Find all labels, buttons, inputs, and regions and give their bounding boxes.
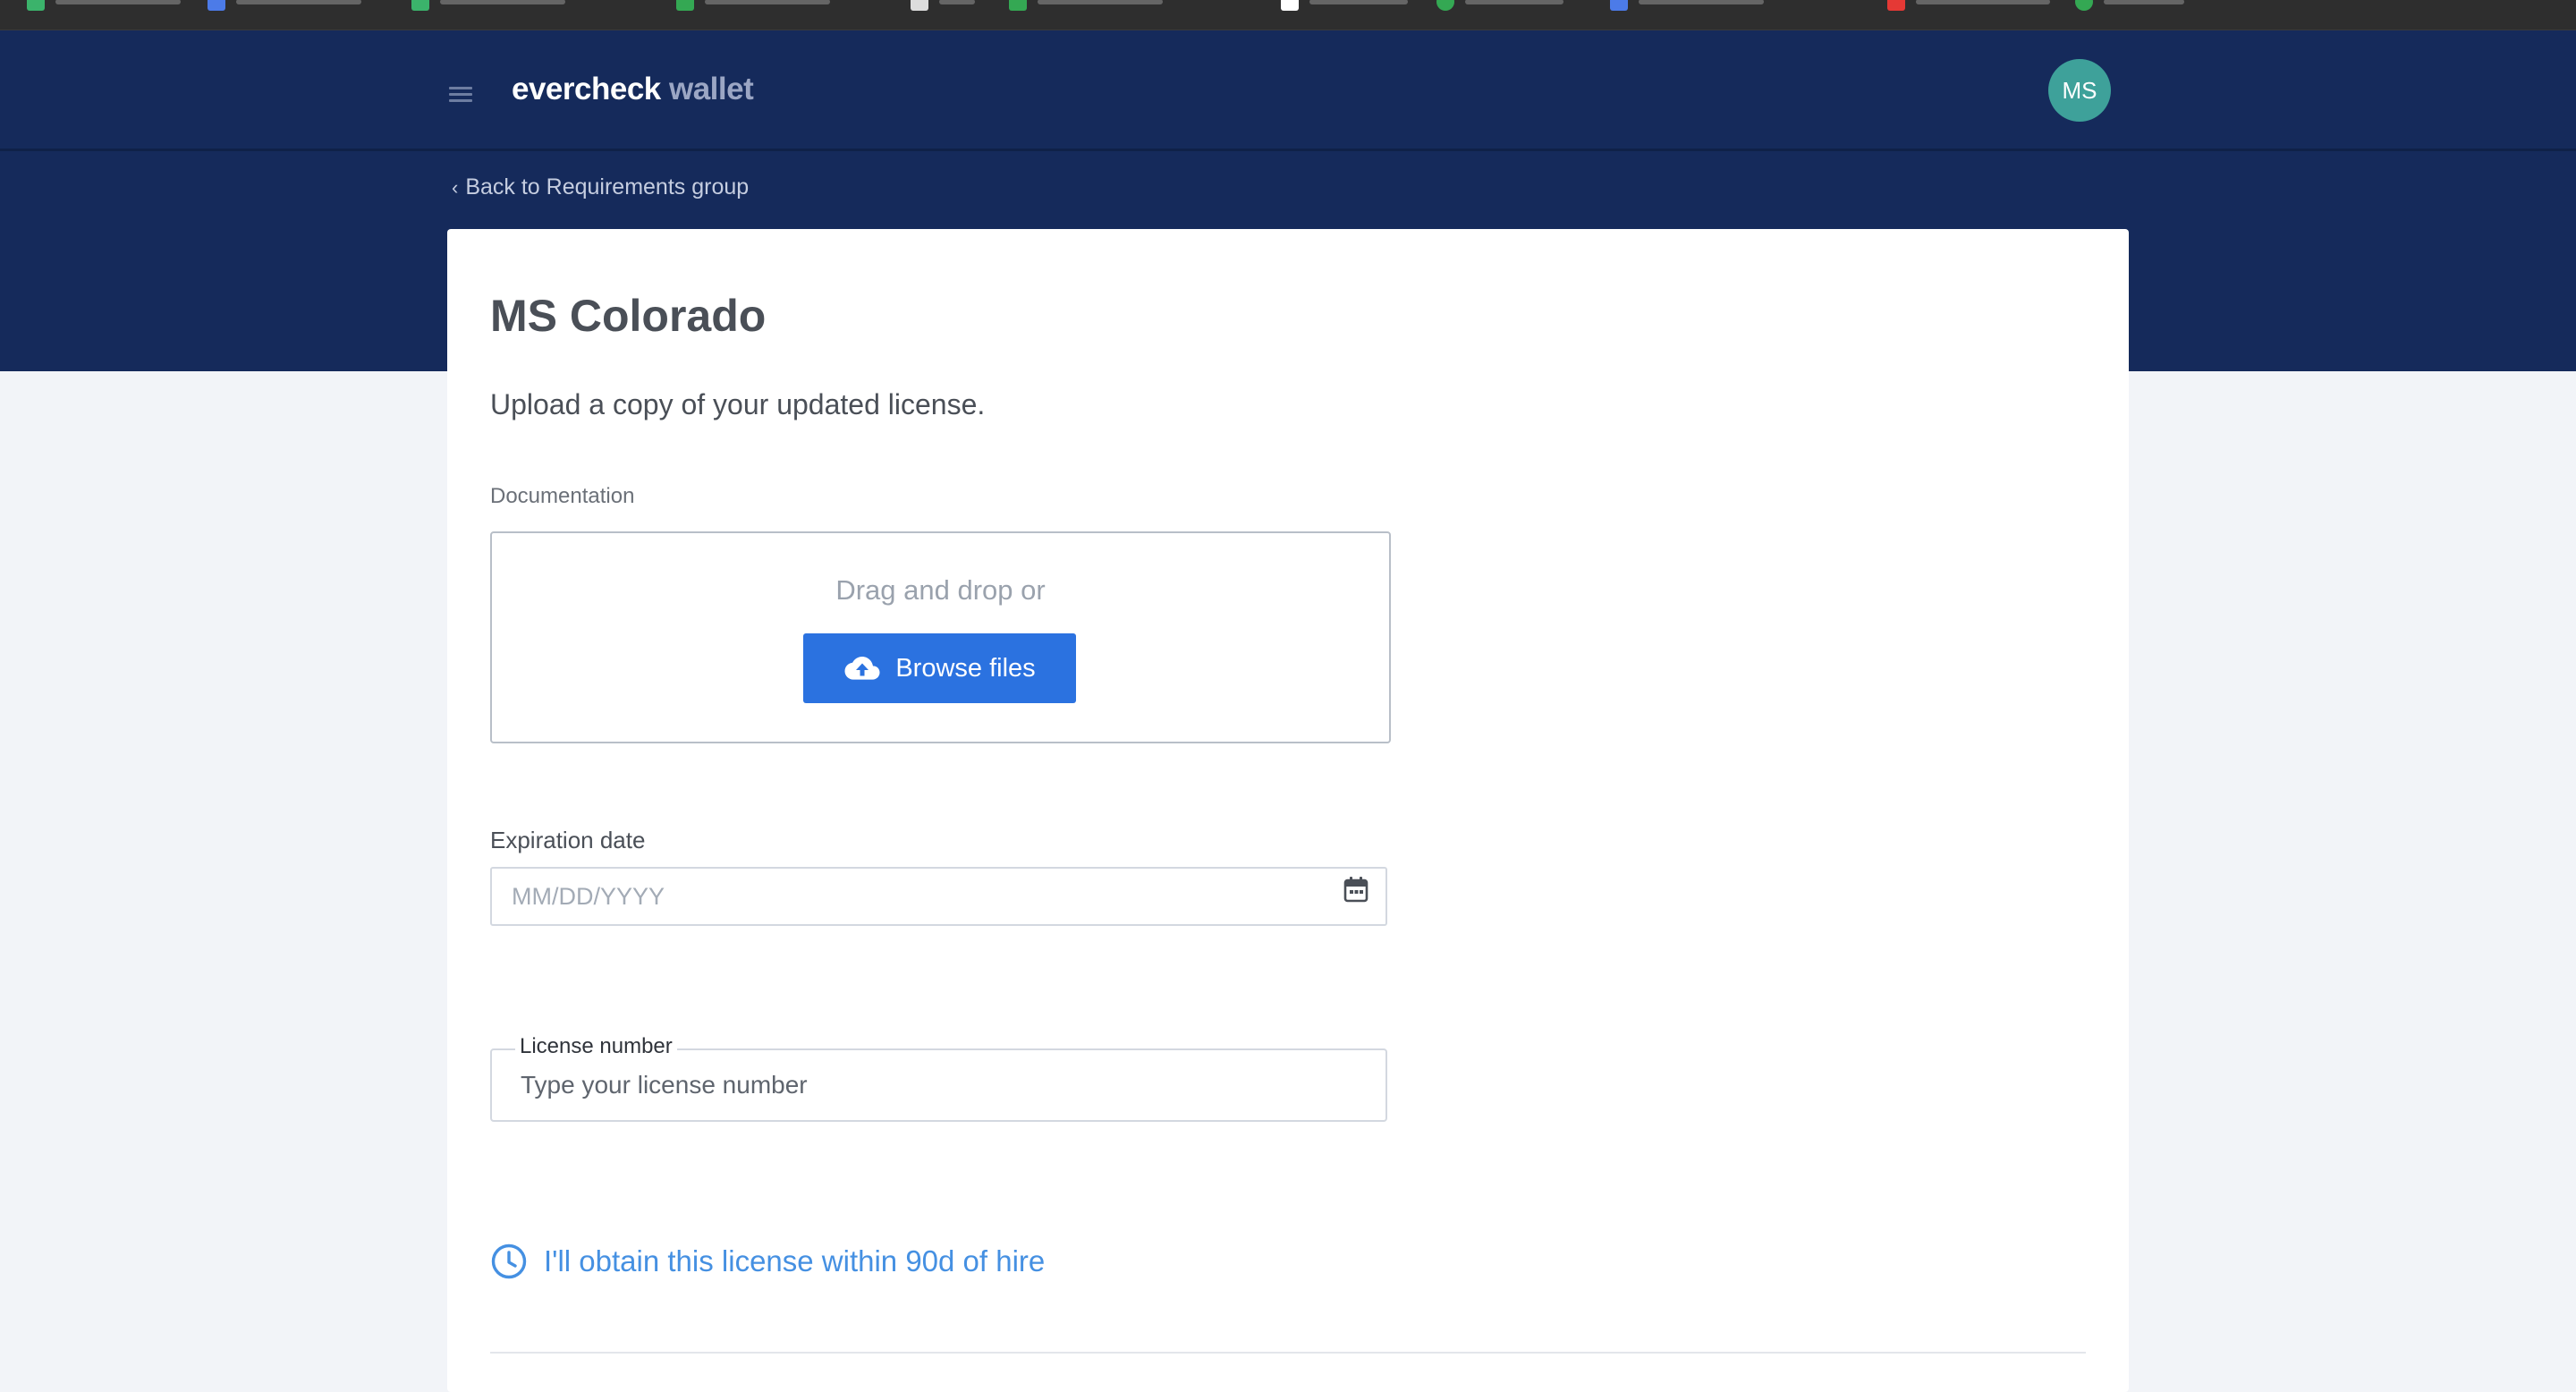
bookmark-item[interactable] bbox=[208, 0, 361, 11]
bookmark-item[interactable] bbox=[27, 0, 181, 11]
bookmark-item[interactable] bbox=[1610, 0, 1764, 11]
section-divider bbox=[490, 1352, 2086, 1354]
obtain-license-later-link[interactable]: I'll obtain this license within 90d of h… bbox=[490, 1243, 1045, 1280]
brand-logo[interactable]: evercheck wallet bbox=[512, 72, 754, 107]
requirement-card: MS Colorado Upload a copy of your update… bbox=[447, 229, 2129, 1392]
license-number-field[interactable]: License number bbox=[490, 1034, 1387, 1122]
bookmark-item[interactable] bbox=[2075, 0, 2184, 11]
bookmark-item[interactable] bbox=[1887, 0, 2050, 11]
license-number-label: License number bbox=[515, 1034, 677, 1059]
expiration-date-label: Expiration date bbox=[490, 827, 646, 853]
browser-bookmarks-bar bbox=[0, 0, 2576, 30]
back-link-label: Back to Requirements group bbox=[465, 174, 750, 199]
bookmark-item[interactable] bbox=[1281, 0, 1408, 11]
chevron-left-icon: ‹ bbox=[452, 175, 459, 199]
clock-icon bbox=[491, 1243, 527, 1279]
license-number-input[interactable] bbox=[519, 1066, 1363, 1104]
dropzone-text: Drag and drop or bbox=[835, 574, 1046, 606]
instruction-text: Upload a copy of your updated license. bbox=[490, 388, 986, 420]
page-title: MS Colorado bbox=[490, 291, 767, 341]
bookmark-item[interactable] bbox=[676, 0, 830, 11]
obtain-license-later-label: I'll obtain this license within 90d of h… bbox=[544, 1244, 1046, 1277]
bookmark-item[interactable] bbox=[911, 0, 975, 11]
file-dropzone[interactable]: Drag and drop or Browse files bbox=[490, 531, 1391, 743]
calendar-icon[interactable] bbox=[1343, 876, 1368, 903]
hamburger-menu-icon[interactable] bbox=[449, 87, 472, 103]
brand-name: evercheck bbox=[512, 72, 661, 106]
bookmark-item[interactable] bbox=[411, 0, 565, 11]
brand-product: wallet bbox=[660, 72, 754, 106]
expiration-date-input[interactable] bbox=[490, 867, 1387, 926]
bookmark-item[interactable] bbox=[1436, 0, 1563, 11]
bookmark-item[interactable] bbox=[1009, 0, 1163, 11]
documentation-label: Documentation bbox=[490, 484, 635, 508]
app-header: evercheck wallet bbox=[0, 30, 2576, 151]
cloud-upload-icon bbox=[844, 657, 880, 680]
back-to-requirements-link[interactable]: ‹ Back to Requirements group bbox=[452, 174, 749, 200]
browse-files-button[interactable]: Browse files bbox=[803, 633, 1076, 703]
user-avatar[interactable]: MS bbox=[2048, 59, 2111, 122]
browse-files-label: Browse files bbox=[895, 653, 1036, 683]
avatar-initials: MS bbox=[2062, 76, 2097, 104]
